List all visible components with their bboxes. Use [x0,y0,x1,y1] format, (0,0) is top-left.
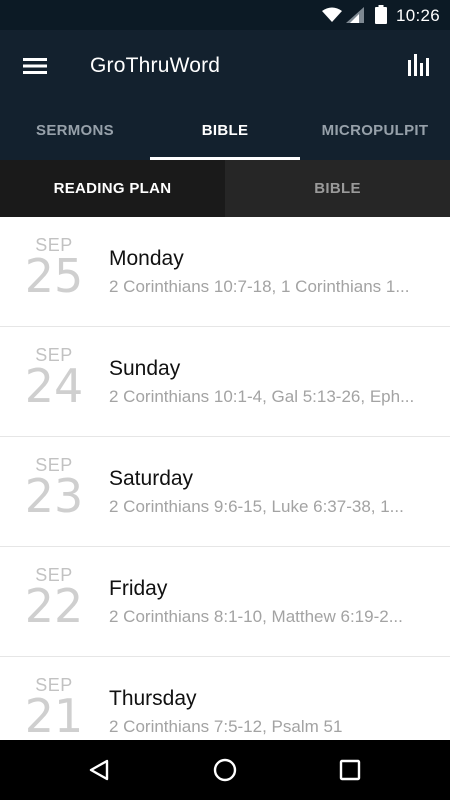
tab-sermons[interactable]: SERMONS [0,103,150,160]
list-item[interactable]: SEP 24 Sunday 2 Corinthians 10:1-4, Gal … [0,327,450,437]
date-block: SEP 23 [22,455,86,519]
passage-text: 2 Corinthians 10:7-18, 1 Corinthians 1..… [109,277,410,296]
tab-bible-label: BIBLE [201,122,249,139]
weekday-label: Monday [109,247,184,270]
main-tabs: SERMONS BIBLE MICROPULPIT [0,103,450,160]
recents-icon[interactable] [330,750,370,790]
status-bar: 10:26 [0,0,450,30]
sub-tabs: READING PLAN BIBLE [0,160,450,217]
system-nav-bar [0,740,450,800]
app-bar: GroThruWord [0,30,450,103]
tab-bible[interactable]: BIBLE [150,103,300,160]
weekday-label: Friday [109,577,168,600]
passage-text: 2 Corinthians 7:5-12, Psalm 51 [109,717,343,736]
date-day: 23 [24,469,84,523]
list-item[interactable]: SEP 25 Monday 2 Corinthians 10:7-18, 1 C… [0,217,450,327]
weekday-label: Thursday [109,687,197,710]
date-day: 22 [24,579,84,633]
bar-chart-icon[interactable] [398,44,442,88]
wifi-icon [322,7,342,28]
subtab-bible[interactable]: BIBLE [225,160,450,217]
list-item[interactable]: SEP 23 Saturday 2 Corinthians 9:6-15, Lu… [0,437,450,547]
weekday-label: Sunday [109,357,181,380]
passage-text: 2 Corinthians 8:1-10, Matthew 6:19-2... [109,607,403,626]
date-block: SEP 24 [22,345,86,409]
app-title: GroThruWord [90,54,221,77]
date-block: SEP 22 [22,565,86,629]
cell-signal-icon [346,7,364,28]
date-day: 25 [24,249,84,303]
passage-text: 2 Corinthians 10:1-4, Gal 5:13-26, Eph..… [109,387,415,406]
date-day: 21 [24,689,84,740]
date-block: SEP 25 [22,235,86,299]
date-block: SEP 21 [22,675,86,739]
weekday-label: Saturday [109,467,194,490]
battery-icon [375,5,387,29]
list-item[interactable]: SEP 21 Thursday 2 Corinthians 7:5-12, Ps… [0,657,450,740]
home-icon[interactable] [205,750,245,790]
list-item[interactable]: SEP 22 Friday 2 Corinthians 8:1-10, Matt… [0,547,450,657]
date-day: 24 [24,359,84,413]
hamburger-menu-icon[interactable] [14,44,58,88]
clock: 10:26 [395,6,440,25]
back-icon[interactable] [79,750,119,790]
reading-plan-list: SEP 25 Monday 2 Corinthians 10:7-18, 1 C… [0,217,450,740]
subtab-reading-plan[interactable]: READING PLAN [0,160,225,217]
tab-micropulpit[interactable]: MICROPULPIT [300,103,450,160]
passage-text: 2 Corinthians 9:6-15, Luke 6:37-38, 1... [109,497,404,516]
